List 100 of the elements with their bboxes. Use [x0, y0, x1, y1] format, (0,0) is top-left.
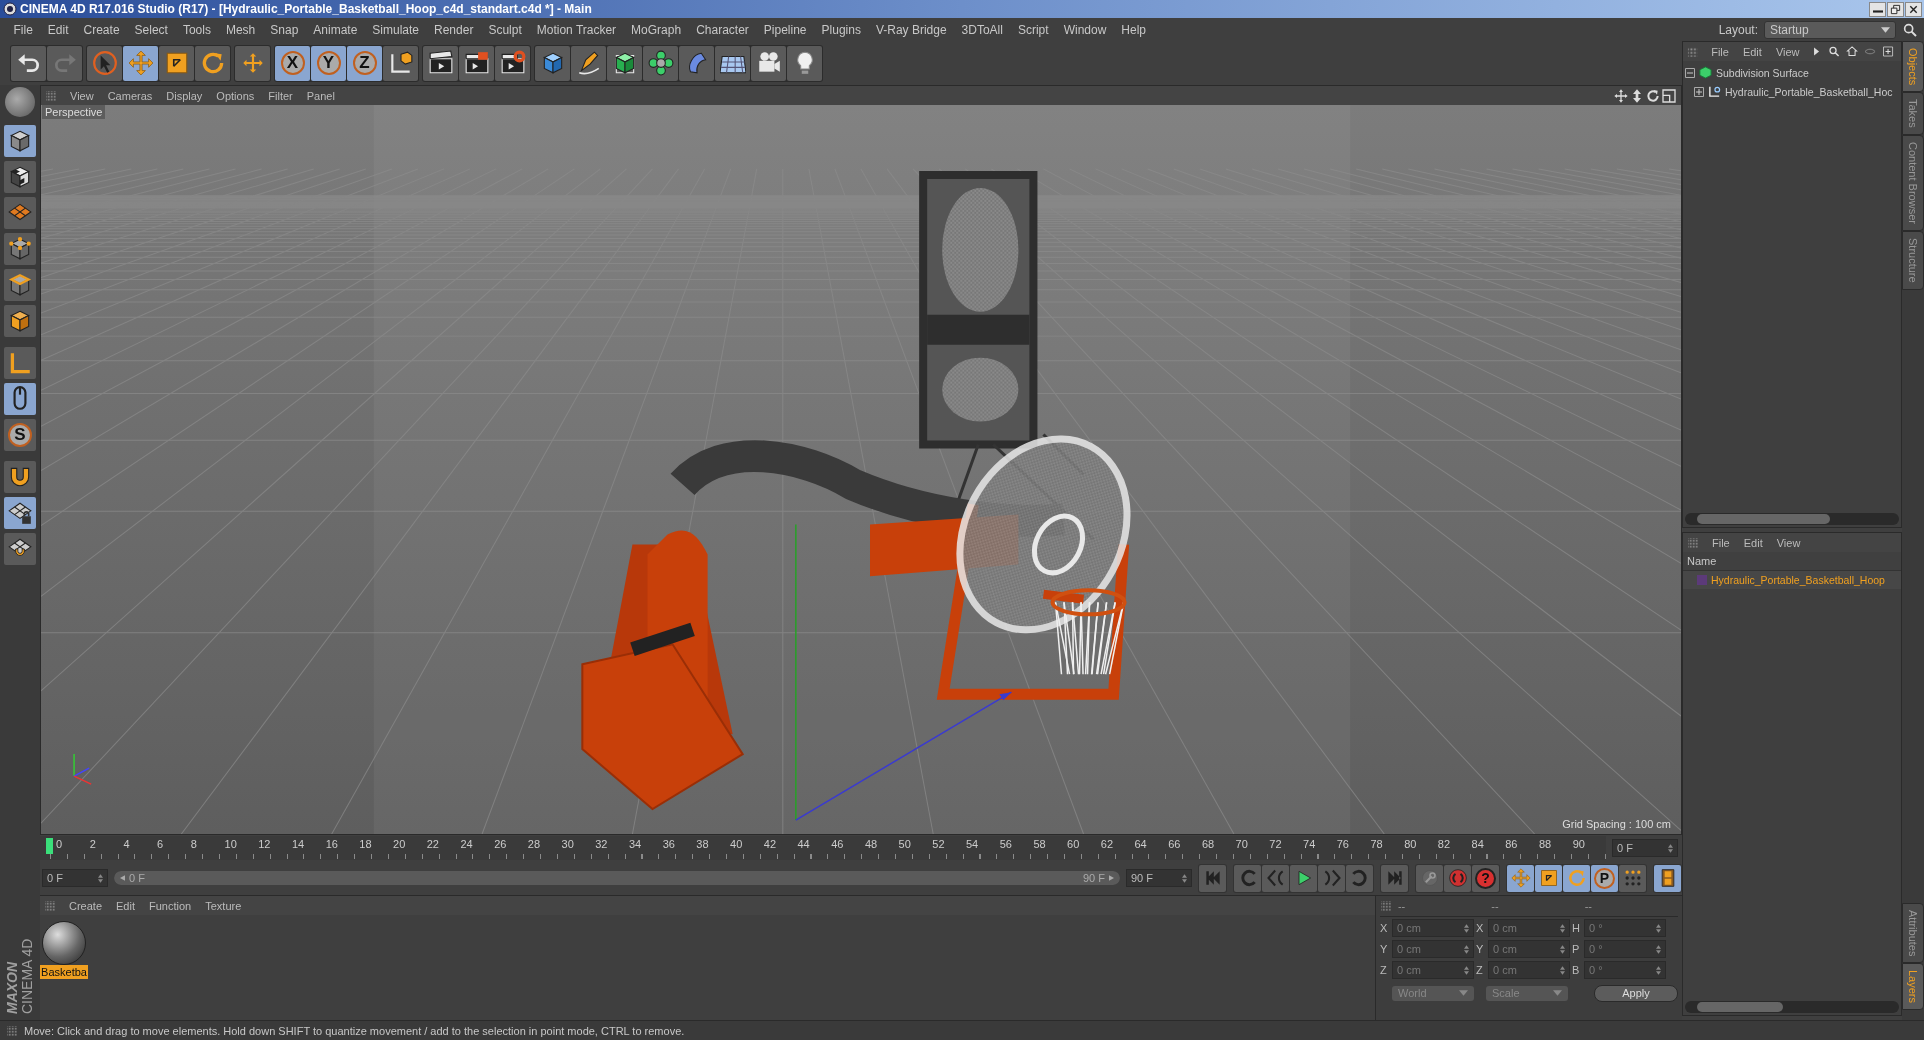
menu-item[interactable]: Script — [1010, 22, 1057, 37]
menu-item[interactable]: Panel — [299, 89, 342, 102]
restore-window-button[interactable] — [1887, 1, 1904, 17]
end-frame-field[interactable]: 90 F — [1126, 869, 1192, 887]
object-name[interactable]: Hydraulic_Portable_Basketball_Hoc — [1725, 85, 1893, 98]
light-button[interactable] — [787, 45, 822, 81]
menu-item[interactable]: Pipeline — [756, 22, 815, 37]
menu-item[interactable]: View — [1768, 45, 1807, 58]
pen-button[interactable] — [571, 45, 606, 81]
move-tool[interactable] — [1507, 864, 1534, 892]
layout-dropdown[interactable]: Startup — [1764, 20, 1896, 39]
menu-item[interactable]: File — [1704, 45, 1736, 58]
dots-button[interactable] — [1619, 864, 1646, 892]
frame-range-slider[interactable]: 0 F 90 F — [114, 871, 1120, 885]
menu-item[interactable]: Tools — [175, 22, 219, 37]
magnet-button[interactable] — [4, 461, 36, 493]
point-level-button[interactable]: P — [1591, 864, 1618, 892]
current-frame-field[interactable]: 0 F — [1612, 839, 1678, 857]
horizontal-scrollbar[interactable] — [1685, 513, 1899, 525]
side-tab[interactable]: Structure — [1902, 231, 1924, 290]
menu-item[interactable]: Motion Tracker — [529, 22, 624, 37]
texture-button[interactable] — [4, 161, 36, 193]
subdiv-button[interactable] — [607, 45, 642, 81]
menu-item[interactable]: MoGraph — [623, 22, 689, 37]
key-off-button[interactable] — [1416, 864, 1443, 892]
cube-button[interactable] — [535, 45, 570, 81]
edges-button[interactable] — [4, 269, 36, 301]
menu-item[interactable]: Select — [127, 22, 176, 37]
rotate-tool[interactable] — [1563, 864, 1590, 892]
floor-button[interactable] — [715, 45, 750, 81]
render-view-button[interactable] — [423, 45, 458, 81]
rotation-field[interactable]: 0 ° — [1584, 940, 1666, 958]
tweak-button[interactable] — [4, 383, 36, 415]
timeline-ruler[interactable]: 0 2 4 6 8 10 12 14 16 18 20 22 24 26 28 30 32 34 36 38 40 42 44 46 48 50 52 54 56 58 60 62 64 66 68 70 72 74 76 78 80 82 84 86 88 90 — [40, 836, 1606, 860]
expand-icon[interactable] — [1694, 86, 1704, 97]
coords-button[interactable] — [383, 45, 418, 81]
max-view-button[interactable] — [1661, 87, 1677, 104]
help-button[interactable]: ? — [1472, 864, 1499, 892]
menu-item[interactable]: Character — [688, 22, 757, 37]
polygons-button[interactable] — [4, 305, 36, 337]
add-tool[interactable] — [235, 45, 270, 81]
play-button[interactable] — [1290, 864, 1317, 892]
menu-item[interactable]: Edit — [40, 22, 77, 37]
rotation-field[interactable]: 0 ° — [1584, 961, 1666, 979]
material-preview[interactable] — [42, 921, 86, 965]
menu-item[interactable]: Simulate — [364, 22, 427, 37]
side-tab[interactable]: Takes — [1902, 92, 1924, 136]
horizontal-scrollbar[interactable] — [1685, 1001, 1899, 1013]
menu-item[interactable]: File — [1705, 536, 1737, 549]
menu-item[interactable]: 3DToAll — [954, 22, 1011, 37]
film-button[interactable] — [1654, 864, 1681, 892]
size-field[interactable]: 0 cm — [1488, 940, 1570, 958]
menu-item[interactable]: Animate — [305, 22, 365, 37]
start-frame-field[interactable]: 0 F — [42, 869, 108, 887]
solo-button[interactable]: S — [4, 419, 36, 451]
menu-item[interactable]: Edit — [109, 899, 142, 912]
menu-item[interactable]: Window — [1056, 22, 1114, 37]
deformer-button[interactable] — [679, 45, 714, 81]
points-button[interactable] — [4, 233, 36, 265]
scale-tool[interactable] — [159, 45, 194, 81]
menu-item[interactable]: Mesh — [218, 22, 263, 37]
lock-grid-button[interactable] — [4, 497, 36, 529]
move-view-button[interactable] — [1613, 87, 1629, 104]
menu-item[interactable]: Cameras — [100, 89, 160, 102]
selection-tool[interactable] — [87, 45, 122, 81]
menu-item[interactable]: V-Ray Bridge — [868, 22, 955, 37]
camera-button[interactable] — [751, 45, 786, 81]
axis-lock-button[interactable]: X — [275, 45, 310, 81]
material-name[interactable]: Basketba — [40, 965, 88, 979]
menu-item[interactable]: View — [1769, 536, 1808, 549]
side-tab[interactable]: Layers — [1902, 962, 1924, 1010]
close-window-button[interactable] — [1905, 1, 1922, 17]
model-button[interactable] — [4, 125, 36, 157]
position-field[interactable]: 0 cm — [1392, 961, 1474, 979]
side-tab[interactable]: Attributes — [1902, 902, 1924, 963]
snap-grid-button[interactable] — [4, 533, 36, 565]
menu-item[interactable]: Create — [62, 899, 110, 912]
side-tab[interactable]: Content Browser — [1902, 135, 1924, 231]
scale-tool[interactable] — [1535, 864, 1562, 892]
apply-button[interactable]: Apply — [1594, 984, 1678, 1002]
position-field[interactable]: 0 cm — [1392, 919, 1474, 937]
size-field[interactable]: 0 cm — [1488, 961, 1570, 979]
rotation-field[interactable]: 0 ° — [1584, 919, 1666, 937]
layer-color-swatch[interactable] — [1697, 575, 1707, 585]
menu-item[interactable]: View — [63, 89, 101, 102]
side-tab[interactable]: Objects — [1902, 41, 1924, 93]
axis-lock-button[interactable]: Y — [311, 45, 346, 81]
axis-mode-button[interactable] — [4, 347, 36, 379]
menu-item[interactable]: Display — [159, 89, 210, 102]
autokey-button[interactable] — [1444, 864, 1471, 892]
menu-item[interactable]: Edit — [1735, 45, 1769, 58]
rotate-view-button[interactable] — [1645, 87, 1661, 104]
menu-item[interactable]: Create — [76, 22, 128, 37]
render-settings-button[interactable] — [495, 45, 530, 81]
menu-item[interactable]: Sculpt — [480, 22, 530, 37]
menu-item[interactable]: Render — [426, 22, 481, 37]
axis-lock-button[interactable]: Z — [347, 45, 382, 81]
workplane-button[interactable] — [4, 197, 36, 229]
menu-item[interactable]: Help — [1113, 22, 1154, 37]
menu-item[interactable]: Edit — [1736, 536, 1770, 549]
